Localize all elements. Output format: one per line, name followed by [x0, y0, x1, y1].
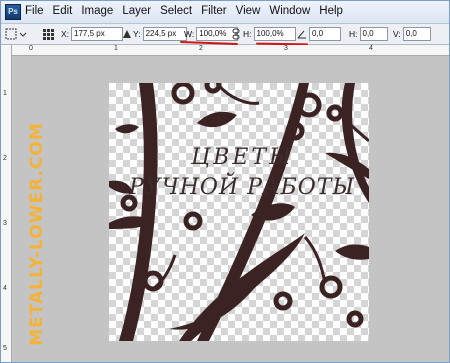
relative-position-icon[interactable] — [123, 27, 131, 41]
photoshop-window: Ps File Edit Image Layer Select Filter V… — [0, 0, 450, 363]
ruler-left-3: 3 — [3, 220, 7, 227]
menu-layer[interactable]: Layer — [122, 5, 151, 17]
menu-select[interactable]: Select — [160, 5, 192, 17]
menu-edit[interactable]: Edit — [53, 5, 73, 17]
ruler-top-4: 4 — [369, 45, 373, 52]
ruler-top-3: 3 — [284, 45, 288, 52]
y-label: Y: — [133, 29, 141, 39]
vertical-skew-field[interactable]: 0,0 — [402, 27, 431, 41]
menu-filter[interactable]: Filter — [201, 5, 227, 17]
photoshop-logo-icon: Ps — [5, 4, 21, 20]
tool-preset-icon[interactable] — [5, 27, 27, 41]
ruler-top-0: 0 — [29, 45, 33, 52]
horizontal-skew-field[interactable]: 0,0 — [359, 27, 388, 41]
menu-image[interactable]: Image — [81, 5, 113, 17]
left-ruler: 1 2 3 4 5 — [1, 45, 12, 362]
h-label: H: — [243, 29, 252, 39]
menu-list: File Edit Image Layer Select Filter View… — [25, 5, 343, 17]
reference-point-icon[interactable] — [43, 27, 54, 41]
caption-line-1: ЦВЕТЫ — [191, 145, 294, 170]
menu-window[interactable]: Window — [269, 5, 310, 17]
x-position-field[interactable]: 177,5 px — [71, 27, 124, 41]
ruler-left-2: 2 — [3, 155, 7, 162]
ruler-left-4: 4 — [3, 285, 7, 292]
w-label: W: — [184, 29, 195, 39]
y-position-field[interactable]: 224,5 px — [142, 27, 187, 41]
link-icon[interactable] — [232, 27, 240, 41]
caption-line-2: РУЧНОЙ РАБОТЫ — [129, 175, 356, 200]
ruler-left-1: 1 — [3, 90, 7, 97]
watermark: METALLY-LOWER.COM — [19, 119, 55, 349]
vskew-label: V: — [393, 29, 401, 39]
ruler-top-2: 2 — [199, 45, 203, 52]
top-ruler: 0 1 2 3 4 — [11, 45, 449, 56]
document-canvas[interactable]: ЦВЕТЫ РУЧНОЙ РАБОТЫ — [109, 83, 369, 341]
menu-help[interactable]: Help — [319, 5, 343, 17]
ruler-left-5: 5 — [3, 345, 7, 352]
angle-field[interactable]: 0,0 — [309, 27, 341, 41]
angle-icon — [297, 27, 307, 41]
menu-view[interactable]: View — [236, 5, 261, 17]
hskew-label: H: — [349, 29, 358, 39]
floral-artwork — [109, 83, 369, 341]
height-field[interactable]: 100,0% — [253, 27, 296, 41]
watermark-text: METALLY-LOWER.COM — [27, 122, 47, 346]
menu-bar: Ps File Edit Image Layer Select Filter V… — [1, 1, 449, 24]
menu-file[interactable]: File — [25, 5, 44, 17]
x-label: X: — [61, 29, 70, 39]
ruler-top-1: 1 — [114, 45, 118, 52]
